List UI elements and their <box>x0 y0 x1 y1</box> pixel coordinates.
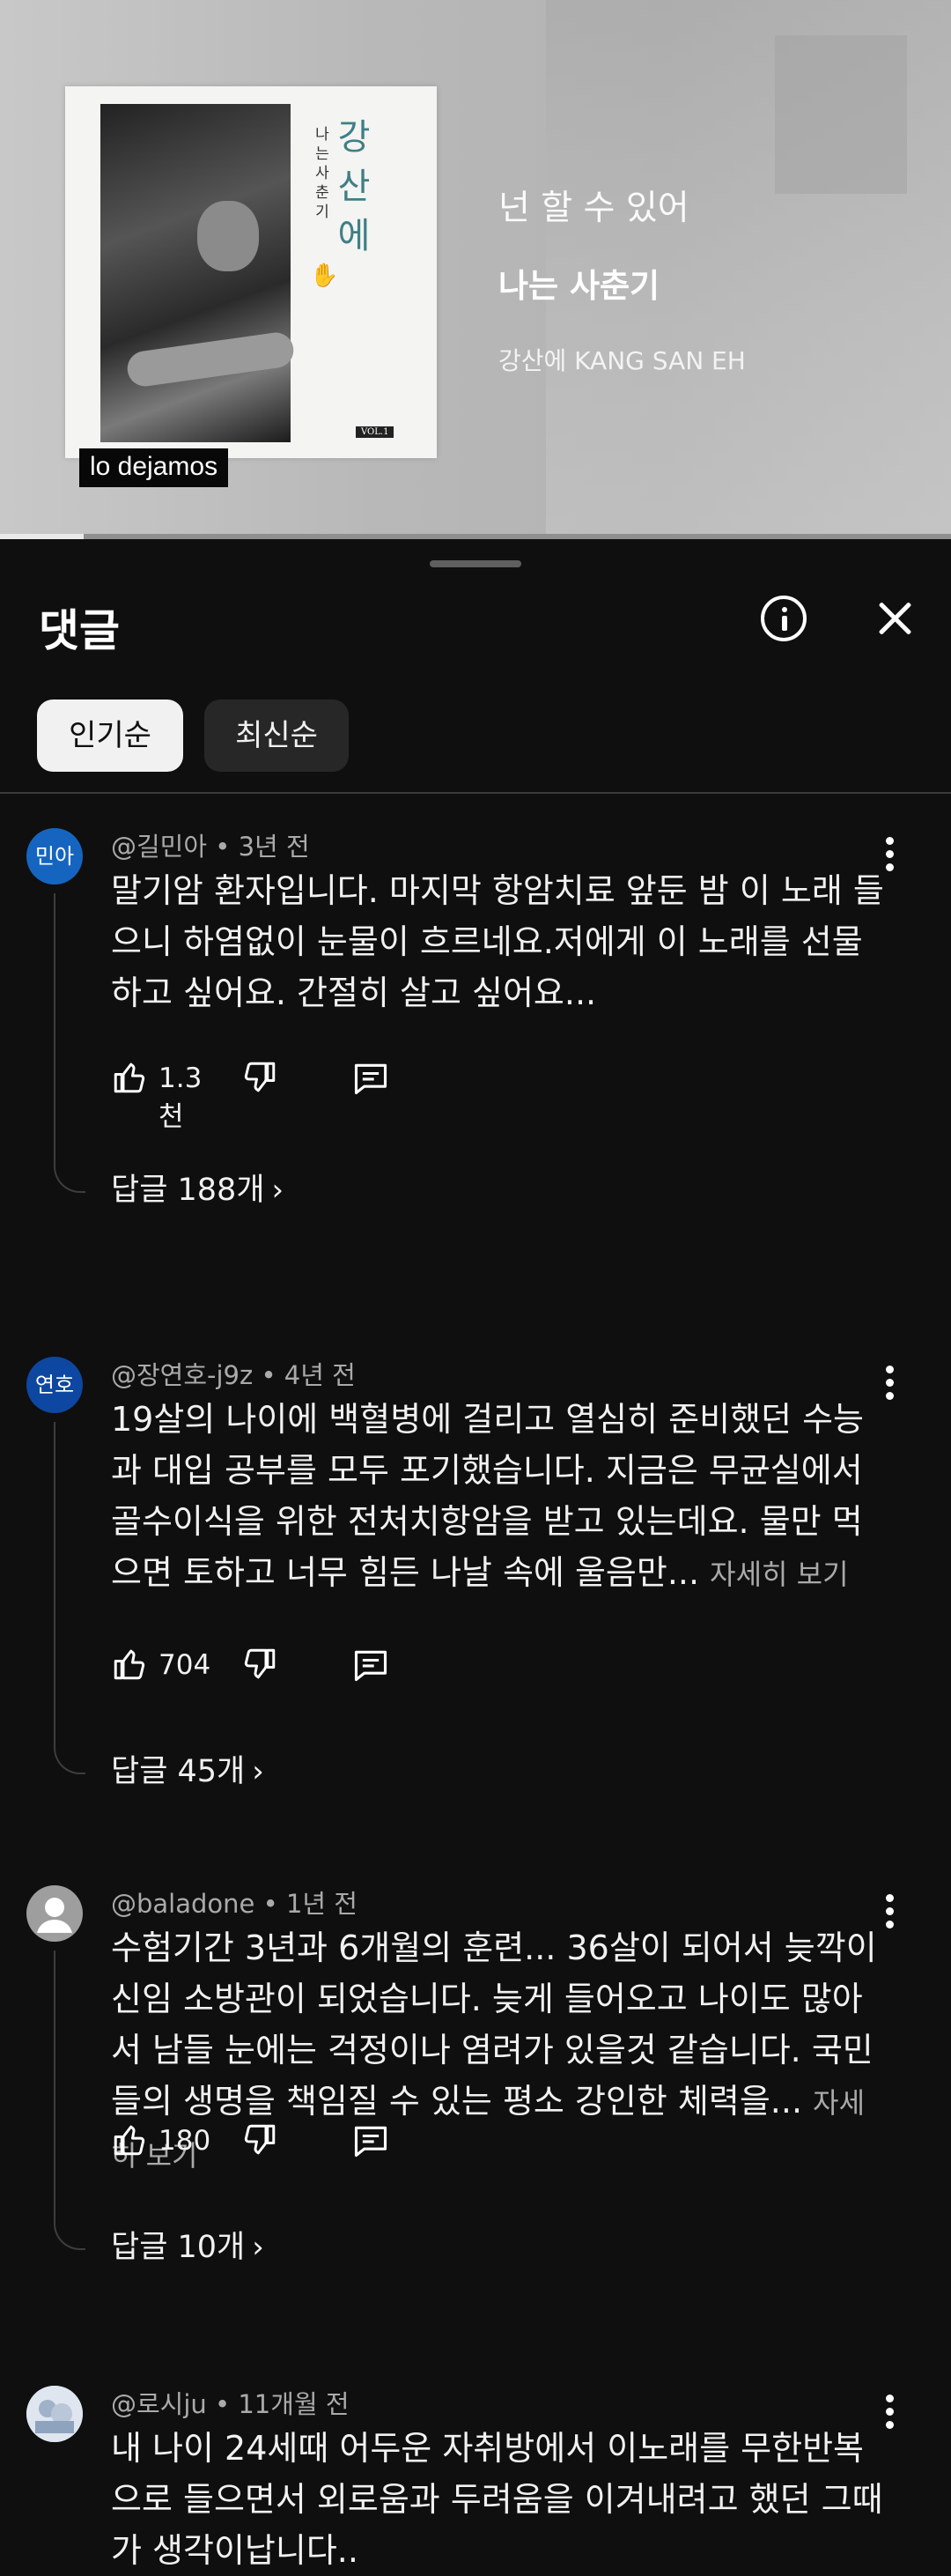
thread-curve <box>54 1739 85 1774</box>
video-player[interactable]: 강산에 나는사춘기 ✋ VOL.1 lo dejamos 넌 할 수 있어 나는… <box>0 0 951 539</box>
comment-meta: @로시ju • 11개월 전 <box>111 2389 350 2419</box>
comments-panel: 댓글 인기순 최신순 민아 @길민아 • 3년 전 말기암 환자입니다. 마지막… <box>0 543 951 2570</box>
thread-curve <box>54 2215 85 2250</box>
default-avatar-icon <box>37 1898 72 1933</box>
video-song-title: 나는 사춘기 <box>498 267 660 305</box>
comment-text: 말기암 환자입니다. 마지막 항암치료 앞둔 밤 이 노래 들으니 하염없이 눈… <box>111 871 884 1012</box>
like-count: 180 <box>158 2125 211 2157</box>
comment-text: 19살의 나이에 백혈병에 걸리고 열심히 준비했던 수능과 대입 공부를 모두… <box>111 1400 864 1592</box>
close-icon[interactable] <box>874 597 916 640</box>
sort-chip-top[interactable]: 인기순 <box>37 700 183 772</box>
album-subtitle-vertical: 나는사춘기 <box>315 126 329 221</box>
comment-meta: @길민아 • 3년 전 <box>111 832 310 862</box>
thread-curve <box>54 1158 85 1193</box>
album-title-vertical: 강산에 <box>337 117 371 256</box>
sort-chip-newest[interactable]: 최신순 <box>204 700 349 772</box>
thumbs-down-icon[interactable] <box>241 2121 278 2158</box>
album-photo-face <box>197 201 259 271</box>
like-count: 1.3천 <box>158 1062 203 1133</box>
comment-meta: @장연호-j9z • 4년 전 <box>111 1360 356 1390</box>
thumbs-up-icon[interactable] <box>111 2121 148 2158</box>
replies-link[interactable]: 답글 45개 › <box>111 1746 264 1791</box>
comment-text: 수험기간 3년과 6개월의 훈련... 36살이 되어서 늦깍이 신임 소방관이… <box>111 1928 877 2173</box>
thumbs-up-icon[interactable] <box>111 1059 148 1096</box>
more-options-icon[interactable] <box>886 1366 895 1405</box>
comment-time: 11개월 전 <box>238 2389 350 2419</box>
thread-line <box>54 893 55 1158</box>
like-count: 704 <box>158 1649 211 1681</box>
thumbs-down-icon[interactable] <box>241 1059 278 1096</box>
comment-author[interactable]: @길민아 <box>111 832 207 862</box>
panel-title: 댓글 <box>39 605 120 656</box>
handprint-icon: ✋ <box>310 263 339 289</box>
comment-author[interactable]: @로시ju <box>111 2389 207 2419</box>
comment-author[interactable]: @baladone <box>111 1889 254 1919</box>
info-icon[interactable] <box>761 596 807 641</box>
comment-author[interactable]: @장연호-j9z <box>111 1360 253 1390</box>
album-cover: 강산에 나는사춘기 ✋ VOL.1 <box>65 86 437 458</box>
thumbs-down-icon[interactable] <box>241 1646 278 1683</box>
reply-icon[interactable] <box>350 1059 391 1098</box>
replies-link[interactable]: 답글 188개 › <box>111 1165 284 1210</box>
video-lyric-line: 넌 할 수 있어 <box>498 189 689 228</box>
reply-icon[interactable] <box>350 2121 391 2160</box>
thread-line <box>54 1951 55 2215</box>
video-background-shape <box>775 35 907 194</box>
video-artist: 강산에 KANG SAN EH <box>498 346 746 375</box>
video-progress-fill <box>0 534 85 539</box>
more-options-icon[interactable] <box>886 837 895 877</box>
subtitle-caption: lo dejamos <box>79 448 229 487</box>
more-options-icon[interactable] <box>886 2395 895 2434</box>
read-more-link[interactable]: 자세히 보기 <box>710 1558 848 1591</box>
comment-meta: @baladone • 1년 전 <box>111 1889 358 1919</box>
thread-line <box>54 1422 55 1739</box>
comment-text: 내 나이 24세때 어두운 자취방에서 이노래를 무한반복으로 들으면서 외로움… <box>111 2429 883 2570</box>
video-progress-bar[interactable] <box>0 534 951 539</box>
avatar[interactable] <box>26 2386 83 2442</box>
reply-icon[interactable] <box>350 1646 391 1684</box>
comment-time: 3년 전 <box>238 832 310 862</box>
comment-time: 1년 전 <box>285 1889 358 1919</box>
thumbs-up-icon[interactable] <box>111 1646 148 1683</box>
avatar[interactable]: 연호 <box>26 1357 83 1413</box>
album-photo-arm <box>125 329 296 389</box>
avatar[interactable] <box>26 1885 83 1942</box>
album-photo <box>100 104 296 442</box>
comment-time: 4년 전 <box>284 1360 356 1390</box>
drag-handle[interactable] <box>430 560 521 567</box>
avatar[interactable]: 민아 <box>26 828 83 885</box>
more-options-icon[interactable] <box>886 1894 895 1934</box>
album-vol-label: VOL.1 <box>356 426 394 438</box>
replies-link[interactable]: 답글 10개 › <box>111 2222 264 2267</box>
divider <box>0 792 951 794</box>
avatar-image <box>26 2386 83 2442</box>
